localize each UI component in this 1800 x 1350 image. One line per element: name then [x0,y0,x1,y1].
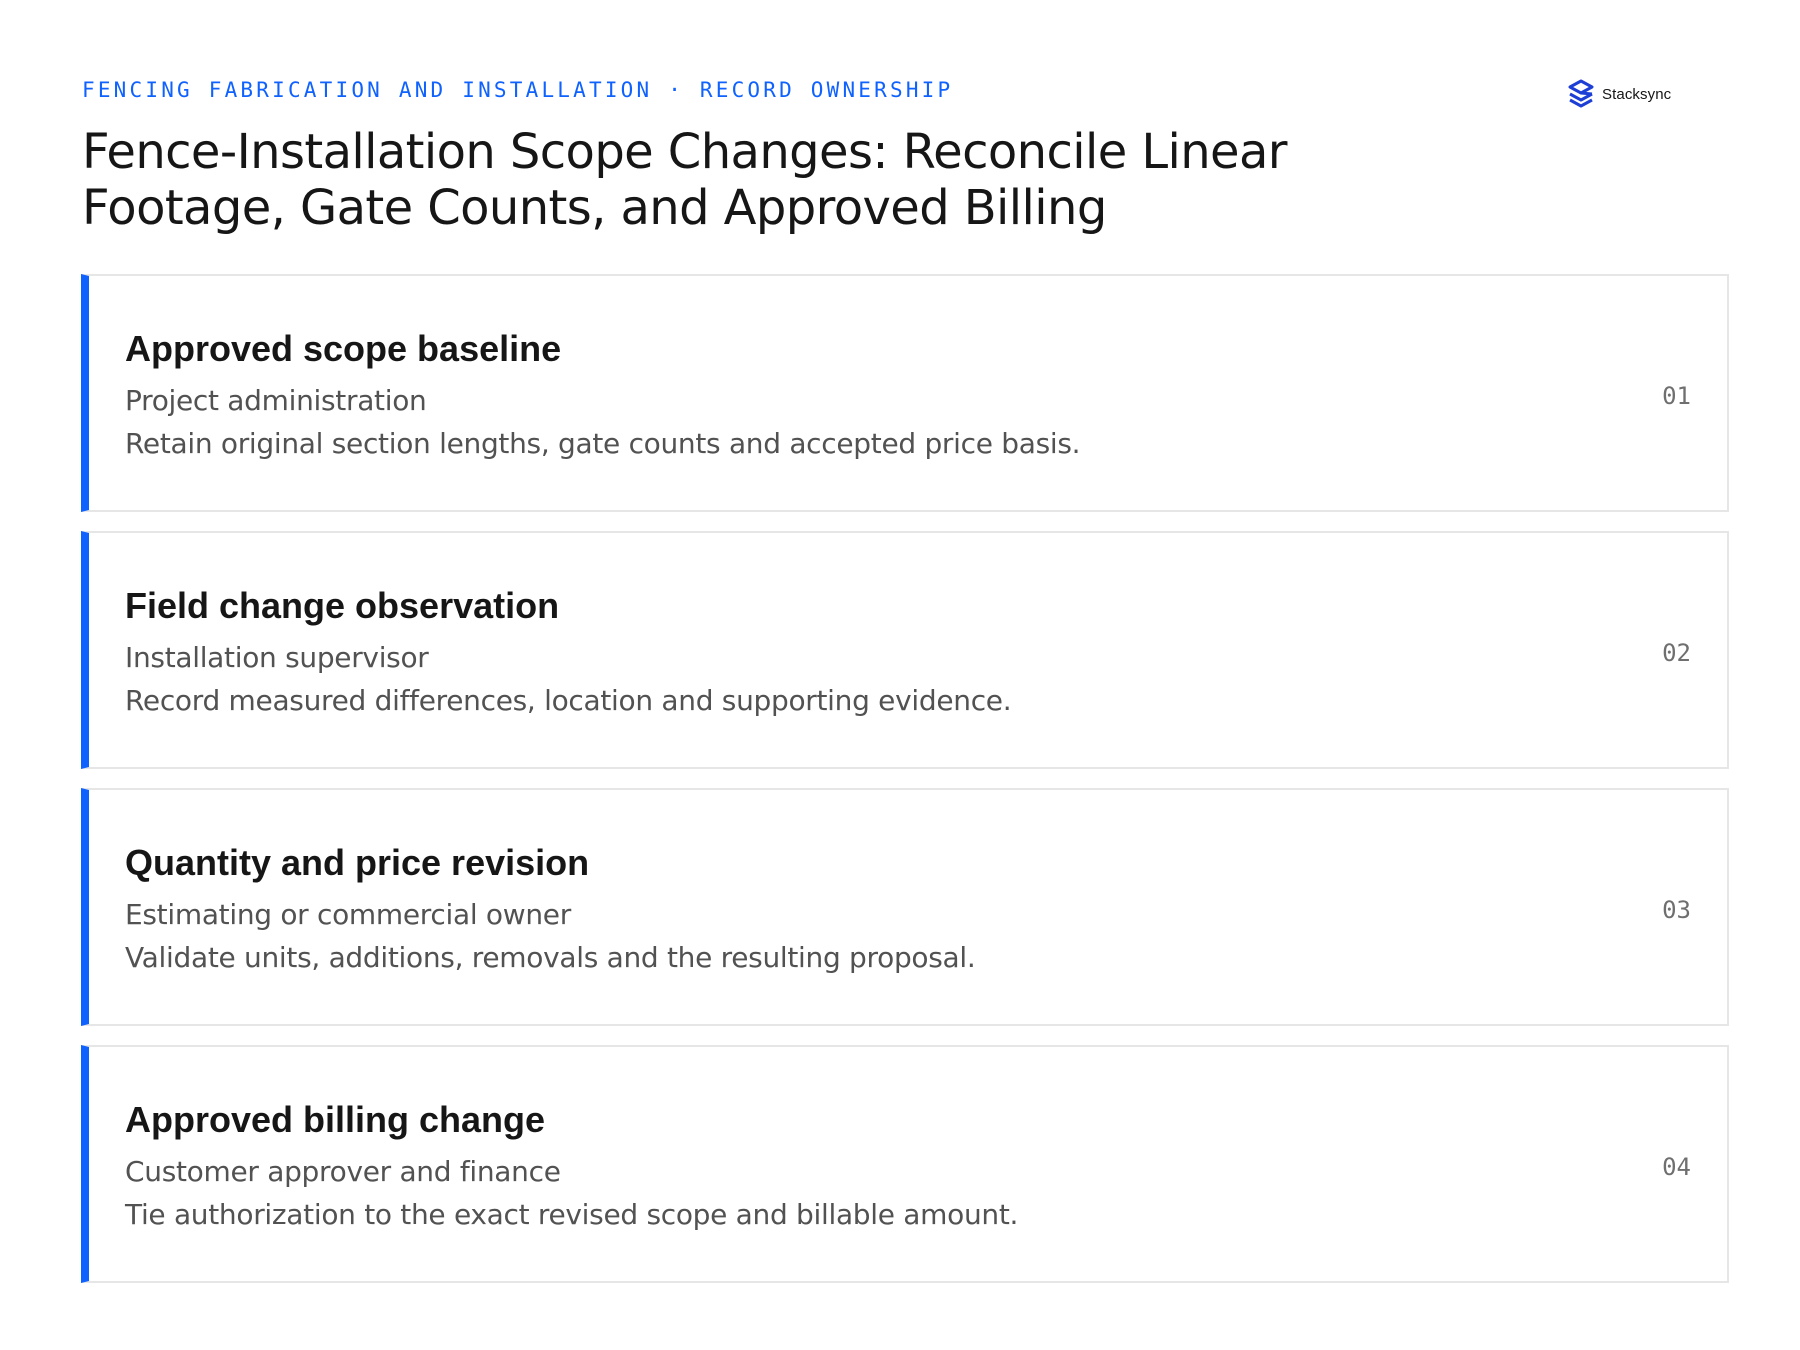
step-list: Approved scope baseline Project administ… [81,274,1729,1302]
step-title: Quantity and price revision [125,842,590,883]
step-owner: Customer approver and finance [125,1155,561,1188]
step-card: Approved billing change Customer approve… [81,1045,1729,1283]
step-description: Record measured differences, location an… [125,684,1012,717]
page-title: Fence-Installation Scope Changes: Reconc… [82,124,1288,236]
step-number: 03 [1662,896,1691,924]
step-card: Field change observation Installation su… [81,531,1729,769]
step-owner: Estimating or commercial owner [125,898,571,931]
step-description: Retain original section lengths, gate co… [125,427,1081,460]
step-number: 02 [1662,639,1691,667]
step-number: 04 [1662,1153,1691,1181]
step-title: Approved scope baseline [125,328,562,369]
step-title: Field change observation [125,585,560,626]
brand-name: Stacksync [1602,85,1672,103]
step-title: Approved billing change [125,1099,546,1140]
step-description: Validate units, additions, removals and … [125,941,976,974]
step-number: 01 [1662,382,1691,410]
step-owner: Project administration [125,384,427,417]
step-card: Approved scope baseline Project administ… [81,274,1729,512]
step-owner: Installation supervisor [125,641,429,674]
eyebrow-label: FENCING FABRICATION AND INSTALLATION · R… [82,78,954,102]
brand-logo: Stacksync [1566,78,1671,110]
step-description: Tie authorization to the exact revised s… [125,1198,1019,1231]
stacksync-logo-icon [1566,78,1596,110]
step-card: Quantity and price revision Estimating o… [81,788,1729,1026]
